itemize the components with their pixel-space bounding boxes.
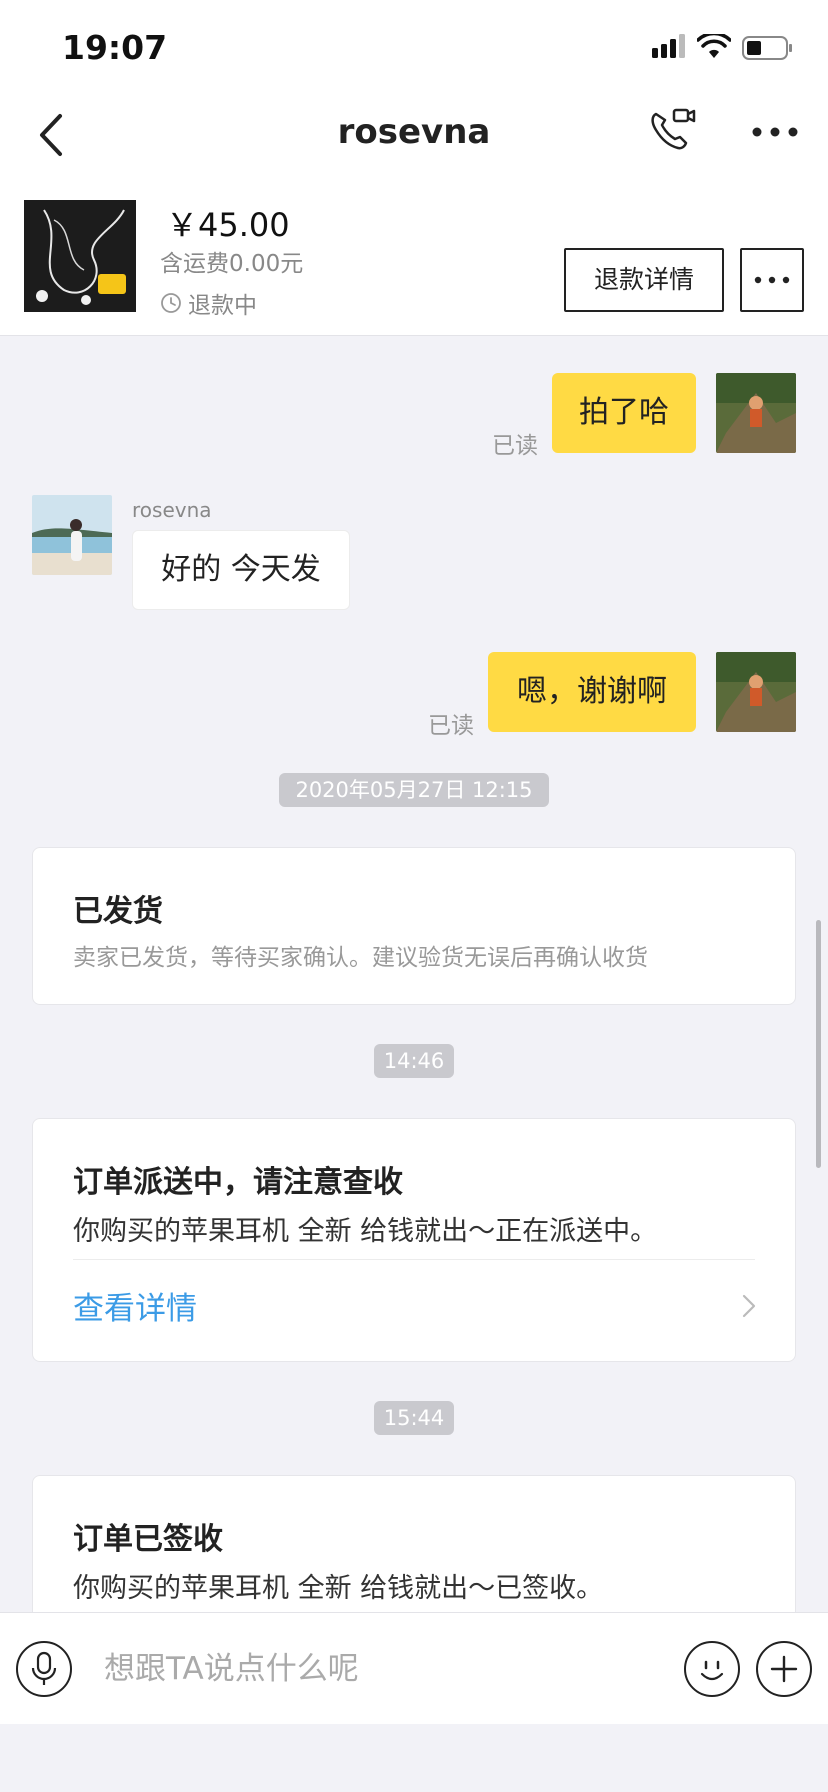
status-bar: 19:07 — [0, 0, 828, 96]
more-dots-icon — [754, 276, 790, 284]
card-title: 订单已签收 — [73, 1522, 223, 1557]
page-title: rosevna — [337, 112, 491, 152]
product-summary[interactable]: ￥45.00 含运费0.00元 退款中 退款详情 — [0, 200, 828, 336]
chat-area[interactable]: 已读 拍了哈 rosevna 好的 今天发 已读 嗯，谢谢啊 2020年05月2… — [0, 336, 828, 1612]
emoji-button[interactable] — [684, 1641, 740, 1697]
earphones-image — [24, 200, 136, 312]
voice-button[interactable] — [16, 1641, 72, 1697]
my-avatar[interactable] — [716, 652, 796, 732]
timestamp: 2020年05月27日 12:15 — [279, 773, 549, 807]
read-receipt: 已读 — [492, 433, 538, 459]
sender-name: rosevna — [132, 498, 212, 522]
read-receipt: 已读 — [428, 713, 474, 739]
card-body: 你购买的苹果耳机 全新 给钱就出～已签收。 — [73, 1573, 604, 1604]
cellular-signal-icon — [652, 34, 685, 58]
delivery-card[interactable]: 订单派送中，请注意查收 你购买的苹果耳机 全新 给钱就出～正在派送中。 查看详情 — [32, 1118, 796, 1362]
card-subtitle: 卖家已发货，等待买家确认。建议验货无误后再确认收货 — [73, 945, 648, 971]
refund-status: 退款中 — [160, 286, 257, 320]
my-message-bubble[interactable]: 拍了哈 — [552, 373, 696, 453]
input-bar: 想跟TA说点什么呢 — [0, 1612, 828, 1724]
refund-status-text: 退款中 — [188, 293, 257, 319]
shipped-card[interactable]: 已发货 卖家已发货，等待买家确认。建议验货无误后再确认收货 — [32, 847, 796, 1005]
battery-icon — [742, 36, 792, 60]
signed-card[interactable]: 订单已签收 你购买的苹果耳机 全新 给钱就出～已签收。 — [32, 1475, 796, 1612]
chevron-right-icon[interactable] — [741, 1293, 757, 1319]
home-indicator-area — [0, 1724, 828, 1792]
shipping-fee: 含运费0.00元 — [160, 251, 304, 277]
view-details-link[interactable]: 查看详情 — [73, 1283, 197, 1328]
message-input[interactable]: 想跟TA说点什么呢 — [104, 1643, 359, 1688]
call-video-icon[interactable] — [648, 106, 696, 156]
card-title: 已发货 — [73, 894, 163, 929]
plus-icon — [770, 1655, 798, 1683]
smiley-icon — [700, 1660, 724, 1681]
my-message-bubble[interactable]: 嗯，谢谢啊 — [488, 652, 696, 732]
status-time: 19:07 — [62, 28, 168, 67]
product-price: ￥45.00 — [166, 206, 290, 244]
card-divider — [73, 1259, 755, 1260]
timestamp: 15:44 — [374, 1401, 454, 1435]
wifi-icon — [697, 34, 731, 58]
contact-avatar[interactable] — [32, 495, 112, 575]
product-thumbnail[interactable] — [24, 200, 136, 312]
scrollbar[interactable] — [816, 920, 821, 1168]
clock-icon — [161, 293, 181, 313]
refund-details-button[interactable]: 退款详情 — [564, 248, 724, 312]
card-title: 订单派送中，请注意查收 — [73, 1165, 403, 1200]
my-avatar[interactable] — [716, 373, 796, 453]
add-more-button[interactable] — [756, 1641, 812, 1697]
product-more-button[interactable] — [740, 248, 804, 312]
more-dots-icon[interactable] — [752, 120, 798, 144]
microphone-icon — [31, 1651, 57, 1685]
timestamp: 14:46 — [374, 1044, 454, 1078]
card-body: 你购买的苹果耳机 全新 给钱就出～正在派送中。 — [73, 1216, 658, 1247]
contact-message-bubble[interactable]: 好的 今天发 — [132, 530, 350, 610]
